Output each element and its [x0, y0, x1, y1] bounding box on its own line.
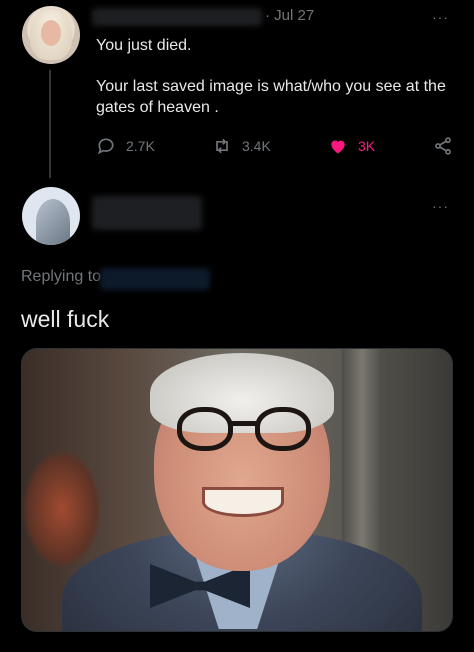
- smile: [202, 487, 284, 517]
- avatar-figure: [36, 199, 70, 245]
- share-icon: [435, 137, 451, 155]
- background-lamp: [22, 449, 102, 569]
- retweet-button[interactable]: 3.4K: [212, 136, 271, 156]
- reply-count: 2.7K: [126, 138, 155, 154]
- replying-to-label: Replying to: [21, 268, 102, 285]
- reply-author-name-redacted: [92, 196, 202, 230]
- avatar-face: [41, 20, 61, 46]
- tweet-text-line-2: Your last saved image is what/who you se…: [96, 78, 446, 116]
- tweet-text-line-1: You just died.: [96, 37, 192, 54]
- author-avatar[interactable]: [22, 6, 80, 64]
- reply-button[interactable]: 2.7K: [96, 136, 155, 156]
- reply-icon: [97, 138, 114, 155]
- share-button[interactable]: [433, 136, 463, 156]
- glasses: [177, 407, 312, 453]
- reply-more-options-button[interactable]: ···: [432, 198, 449, 214]
- author-name-redacted: [92, 8, 262, 26]
- retweet-icon: [216, 138, 228, 154]
- heart-icon: [331, 140, 345, 154]
- glasses-lens-left: [177, 407, 233, 451]
- more-options-button[interactable]: ···: [432, 9, 449, 25]
- tweet-date[interactable]: · Jul 27: [265, 7, 314, 24]
- reply-media-image[interactable]: [21, 348, 453, 632]
- like-count: 3K: [358, 138, 376, 154]
- glasses-lens-right: [255, 407, 311, 451]
- like-button[interactable]: 3K: [328, 136, 375, 156]
- thread-line: [49, 70, 51, 178]
- reply-author-avatar[interactable]: [22, 187, 80, 245]
- retweet-count: 3.4K: [242, 138, 271, 154]
- tweet-actions: 2.7K 3.4K 3K: [96, 136, 456, 156]
- replying-to-handle-redacted[interactable]: [100, 268, 210, 290]
- reply-text: well fuck: [21, 306, 110, 332]
